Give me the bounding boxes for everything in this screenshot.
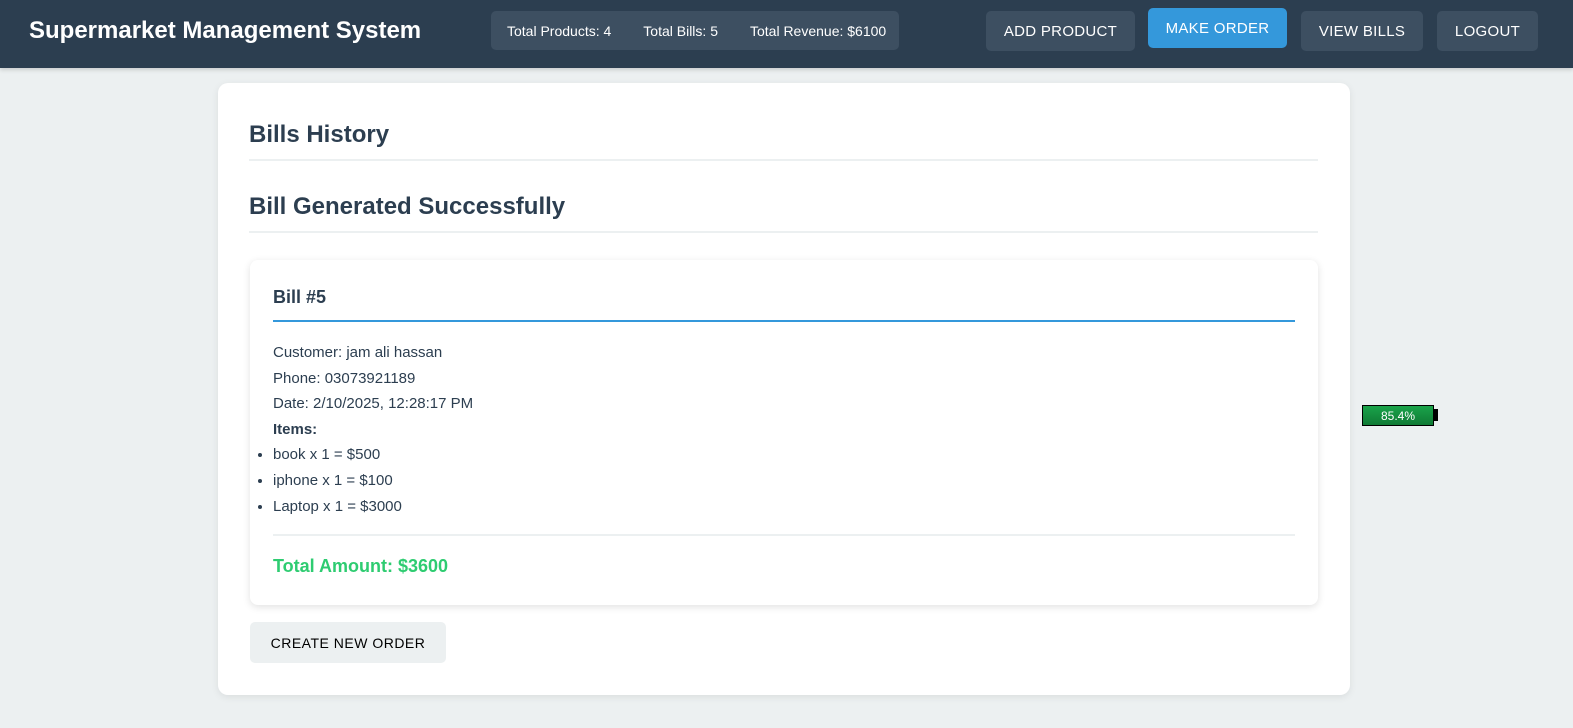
bill-card: Bill #5 Customer: jam ali hassan Phone: … (250, 260, 1318, 605)
items-label: Items: (273, 420, 318, 438)
total-revenue-stat: Total Revenue: $6100 (749, 22, 887, 39)
app-title: Supermarket Management System (29, 17, 422, 44)
total-bills-stat: Total Bills: 5 (643, 22, 718, 39)
bill-number: Bill #5 (273, 287, 1295, 322)
view-bills-button[interactable]: VIEW BILLS (1301, 11, 1423, 51)
customer-phone: Phone: 03073921189 (273, 369, 416, 387)
total-products-stat: Total Products: 4 (507, 22, 612, 39)
logout-button[interactable]: LOGOUT (1437, 11, 1538, 51)
customer-name: Customer: jam ali hassan (273, 344, 443, 361)
battery-indicator: 85.4% (1362, 405, 1434, 426)
page-title: Bills History (249, 121, 1318, 161)
make-order-button[interactable]: MAKE ORDER (1148, 8, 1287, 48)
add-product-button[interactable]: ADD PRODUCT (986, 11, 1135, 51)
bill-details: Customer: jam ali hassan Phone: 03073921… (273, 340, 473, 519)
list-item: Laptop x 1 = $3000 (273, 494, 473, 520)
list-item: book x 1 = $500 (273, 442, 473, 468)
stats-bar: Total Products: 4 Total Bills: 5 Total R… (491, 11, 899, 50)
create-new-order-button[interactable]: CREATE NEW ORDER (250, 622, 446, 663)
items-list: book x 1 = $500 iphone x 1 = $100 Laptop… (273, 442, 473, 519)
list-item: iphone x 1 = $100 (273, 468, 473, 494)
bill-divider (273, 534, 1295, 536)
total-amount: Total Amount: $3600 (273, 556, 449, 576)
top-navbar: Supermarket Management System Total Prod… (0, 0, 1573, 68)
bill-date: Date: 2/10/2025, 12:28:17 PM (273, 395, 474, 413)
battery-tip (1434, 409, 1438, 421)
success-heading: Bill Generated Successfully (249, 193, 1318, 233)
main-container: Bills History Bill Generated Successfull… (218, 83, 1350, 695)
